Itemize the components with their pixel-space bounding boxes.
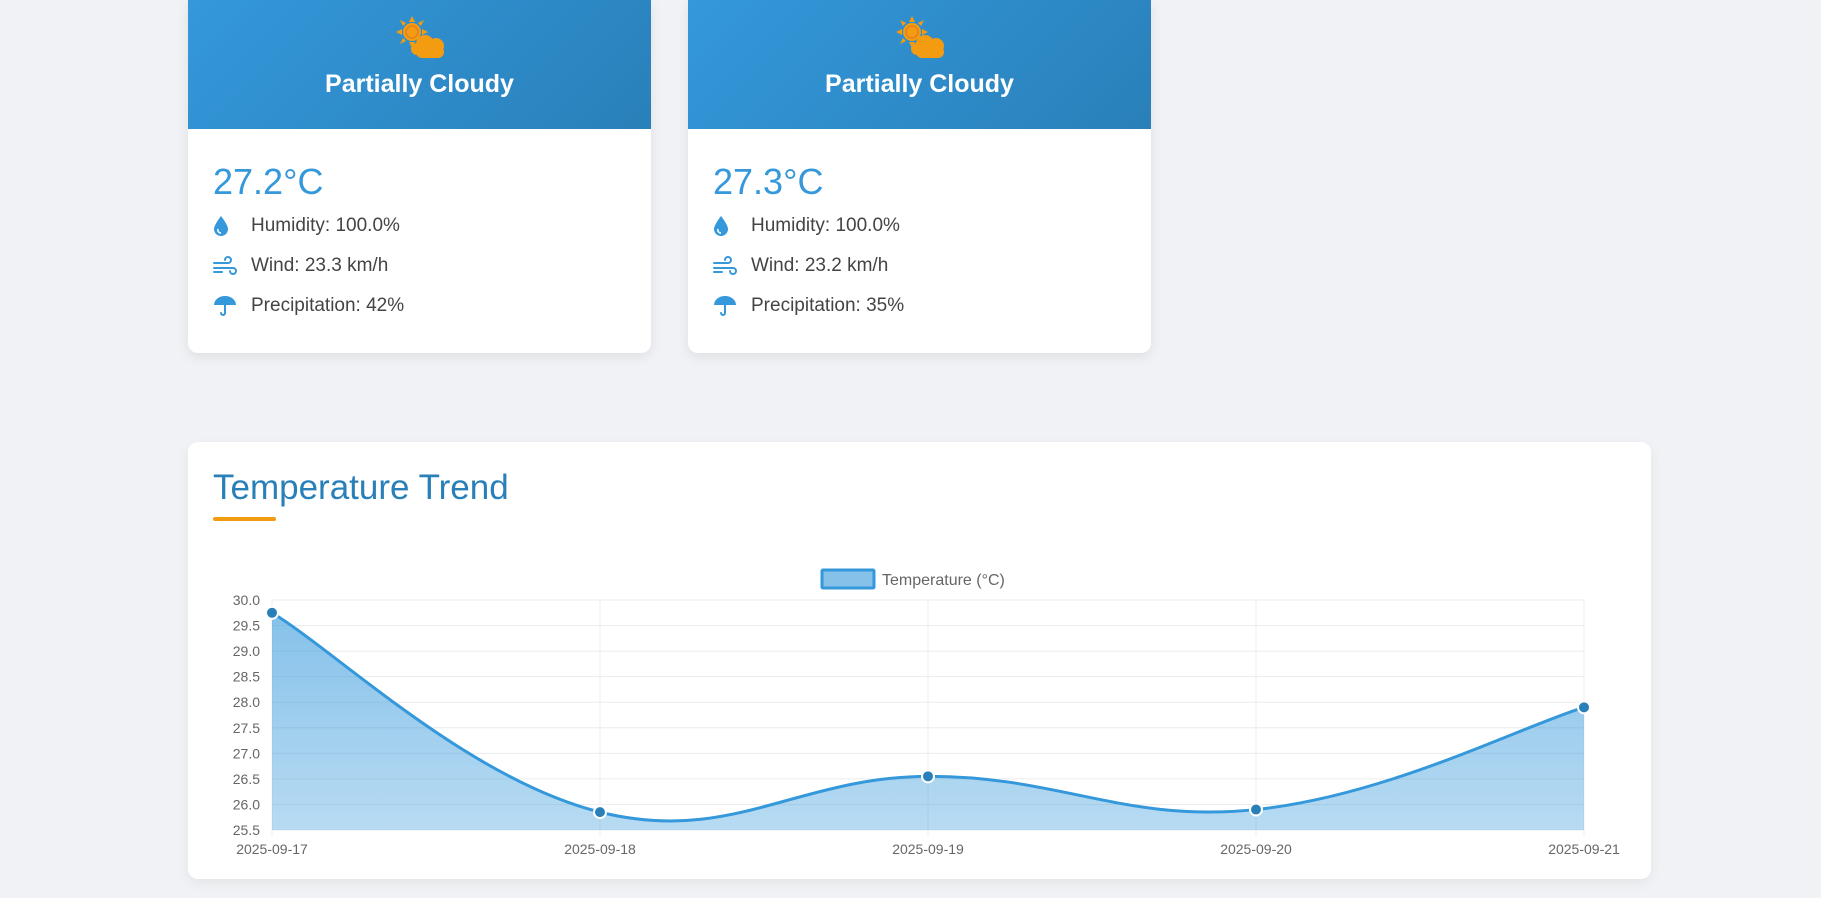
weather-condition: Partially Cloudy xyxy=(325,70,514,98)
data-point[interactable] xyxy=(921,769,935,784)
weather-card: Partially Cloudy 27.2°C Humidity: 100.0%… xyxy=(188,0,651,353)
precipitation-text: Precipitation: 42% xyxy=(251,295,405,316)
y-axis: 30.0 29.5 29.0 28.5 28.0 27.5 27.0 26.5 26.0 25.5 xyxy=(233,592,260,838)
droplet-icon xyxy=(213,214,251,238)
temperature-trend-card: Temperature Trend 30.0 29.5 29.0 28.5 28.0 27… xyxy=(188,442,1651,879)
temperature-chart: 30.0 29.5 29.0 28.5 28.0 27.5 27.0 26.5 26.0 25.5… xyxy=(233,568,1620,857)
weather-condition: Partially Cloudy xyxy=(825,70,1014,98)
weather-card-body: 27.3°C Humidity: 100.0% Wind: 23.2 km/h … xyxy=(688,129,1151,326)
precipitation-row: Precipitation: 35% xyxy=(713,286,1126,326)
weather-card: Partially Cloudy 27.3°C Humidity: 100.0%… xyxy=(688,0,1151,353)
x-tick-label: 2025-09-17 xyxy=(236,841,308,857)
y-tick-label: 25.5 xyxy=(233,822,260,838)
weather-card-header: Partially Cloudy xyxy=(188,0,651,129)
precipitation-text: Precipitation: 35% xyxy=(751,295,905,316)
legend-label[interactable]: Temperature (°C) xyxy=(882,572,1005,589)
data-point[interactable] xyxy=(1249,802,1263,817)
weather-card-header: Partially Cloudy xyxy=(688,0,1151,129)
y-tick-label: 30.0 xyxy=(233,592,260,608)
y-tick-label: 26.5 xyxy=(233,771,260,787)
temperature-value: 27.2°C xyxy=(213,161,324,202)
humidity-text: Humidity: 100.0% xyxy=(251,215,400,236)
temperature-value: 27.3°C xyxy=(713,161,824,202)
data-point[interactable] xyxy=(265,605,279,620)
legend-swatch[interactable] xyxy=(820,568,876,590)
humidity-row: Humidity: 100.0% xyxy=(713,206,1126,246)
x-tick-label: 2025-09-21 xyxy=(1548,841,1620,857)
wind-icon xyxy=(213,254,251,278)
y-tick-label: 28.0 xyxy=(233,694,260,710)
y-tick-label: 27.5 xyxy=(233,720,260,736)
weather-card-body: 27.2°C Humidity: 100.0% Wind: 23.3 km/h … xyxy=(188,129,651,326)
y-tick-label: 29.0 xyxy=(233,643,260,659)
x-tick-label: 2025-09-20 xyxy=(1220,841,1292,857)
wind-row: Wind: 23.2 km/h xyxy=(713,246,1126,286)
data-point[interactable] xyxy=(1577,700,1591,715)
wind-icon xyxy=(713,254,751,278)
y-tick-label: 29.5 xyxy=(233,618,260,634)
y-tick-label: 26.0 xyxy=(233,796,260,812)
humidity-text: Humidity: 100.0% xyxy=(751,215,900,236)
data-point[interactable] xyxy=(593,805,607,820)
umbrella-icon xyxy=(713,294,751,318)
droplet-icon xyxy=(713,214,751,238)
umbrella-icon xyxy=(213,294,251,318)
y-tick-label: 28.5 xyxy=(233,669,260,685)
humidity-row: Humidity: 100.0% xyxy=(213,206,626,246)
x-tick-label: 2025-09-18 xyxy=(564,841,636,857)
partly-cloudy-icon xyxy=(895,16,944,58)
x-axis: 2025-09-17 2025-09-18 2025-09-19 2025-09-20… xyxy=(236,841,1620,857)
x-tick-label: 2025-09-19 xyxy=(892,841,964,857)
precipitation-row: Precipitation: 42% xyxy=(213,286,626,326)
partly-cloudy-icon xyxy=(395,16,444,58)
chart-legend[interactable]: Temperature (°C) xyxy=(820,568,1005,590)
y-tick-label: 27.0 xyxy=(233,745,260,761)
wind-text: Wind: 23.2 km/h xyxy=(751,255,889,276)
wind-row: Wind: 23.3 km/h xyxy=(213,246,626,286)
wind-text: Wind: 23.3 km/h xyxy=(251,255,389,276)
